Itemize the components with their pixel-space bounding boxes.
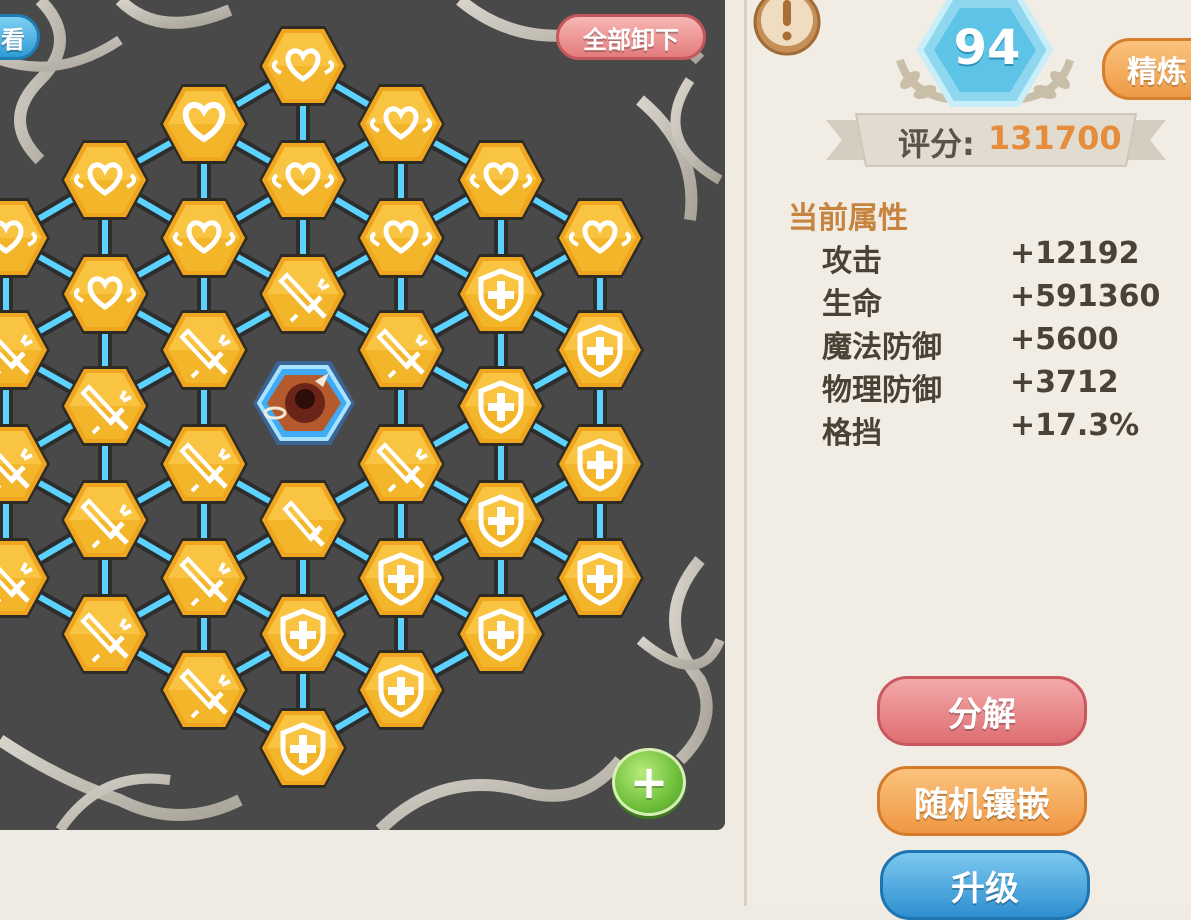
gem-slot[interactable] [554,307,646,393]
gem-slot[interactable] [355,195,447,281]
add-button[interactable]: + [612,748,686,816]
gem-slot[interactable] [455,591,547,677]
attr-name-physical-def: 物理防御 [822,373,942,408]
unequip-all-button[interactable]: 全部卸下 [556,14,706,60]
refine-label: 精炼 [1127,55,1187,90]
gem-slot[interactable] [455,251,547,337]
refine-button[interactable]: 精炼 [1102,38,1191,100]
gem-slot[interactable] [158,81,250,167]
attr-name-hp: 生命 [822,287,882,322]
gem-slot[interactable] [59,363,151,449]
gem-slot[interactable] [0,421,52,507]
gem-slot[interactable] [158,195,250,281]
view-label: 看 [1,25,25,54]
warning-icon[interactable] [752,0,822,56]
attr-value-physical-def: +3712 [1010,365,1119,400]
attr-name-magic-def: 魔法防御 [822,330,942,365]
gem-slot[interactable] [355,421,447,507]
attr-value-attack: +12192 [1010,236,1140,271]
upgrade-button[interactable]: 升级 [880,850,1090,920]
gem-board: 看 全部卸下 + [0,0,725,830]
hero-portrait-icon [253,361,355,445]
upgrade-label: 升级 [951,868,1019,909]
decompose-label: 分解 [948,694,1016,735]
score-label: 评分: [898,125,975,163]
gem-slot[interactable] [257,705,349,791]
gem-slot[interactable] [158,535,250,621]
gem-slot[interactable] [257,251,349,337]
attr-name-block: 格挡 [822,416,882,451]
gem-slot[interactable] [257,137,349,223]
gem-slot[interactable] [355,307,447,393]
center-hero-gem[interactable] [249,353,359,453]
gem-slot[interactable] [0,535,52,621]
attr-value-magic-def: +5600 [1010,322,1119,357]
gem-slot[interactable] [158,647,250,733]
gem-slot[interactable] [554,195,646,281]
gem-slot[interactable] [257,591,349,677]
gem-slot[interactable] [158,307,250,393]
gem-slot[interactable] [554,535,646,621]
random-inlay-button[interactable]: 随机镶嵌 [877,766,1087,836]
gem-slot[interactable] [59,251,151,337]
gem-slot[interactable] [554,421,646,507]
gem-slot[interactable] [455,363,547,449]
gem-slot[interactable] [355,647,447,733]
gem-slot[interactable] [158,421,250,507]
gem-slot[interactable] [0,195,52,281]
gem-slot[interactable] [59,591,151,677]
gem-slot[interactable] [257,23,349,109]
level-value: 94 [953,20,1021,76]
attributes-title: 当前属性 [788,201,908,236]
plus-icon: + [629,755,669,809]
gem-slot[interactable] [355,535,447,621]
gem-slot[interactable] [455,477,547,563]
gem-slot[interactable] [59,477,151,563]
gem-slot[interactable] [59,137,151,223]
gem-slot[interactable] [455,137,547,223]
attr-name-attack: 攻击 [822,244,882,279]
gem-slot[interactable] [355,81,447,167]
gem-slot[interactable] [0,307,52,393]
gem-slot[interactable] [257,477,349,563]
decompose-button[interactable]: 分解 [877,676,1087,746]
score-value: 131700 [988,119,1122,157]
unequip-all-label: 全部卸下 [583,25,679,54]
attr-value-block: +17.3% [1010,408,1140,443]
random-inlay-label: 随机镶嵌 [914,784,1050,825]
attr-value-hp: +591360 [1010,279,1161,314]
